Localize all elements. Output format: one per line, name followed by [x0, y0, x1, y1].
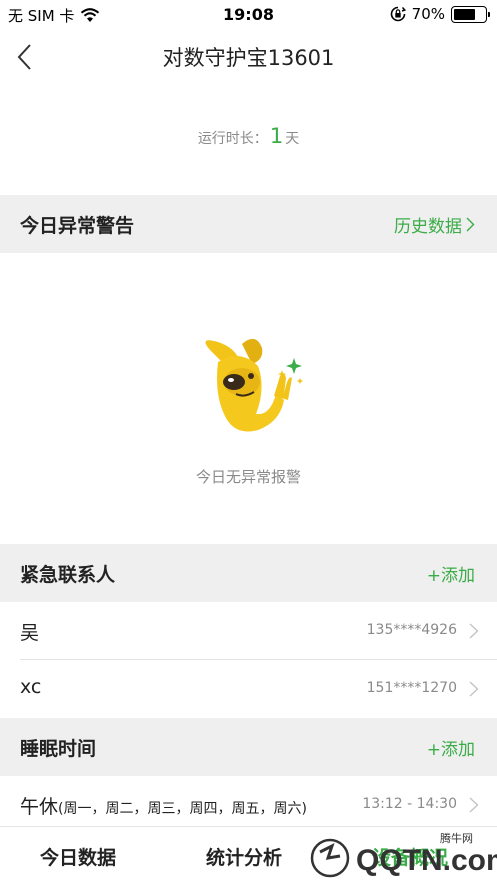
runtime-value: 1: [269, 124, 284, 148]
tab-statistics[interactable]: 统计分析: [206, 843, 282, 870]
contact-name: xc: [20, 676, 42, 698]
runtime-label: 运行时长：: [197, 131, 268, 147]
chevron-right-icon: [469, 681, 479, 697]
status-bar: 无 SIM 卡 19:08 70%: [0, 0, 497, 30]
sleep-days: (周一，周二，周三，周四，周五，周六): [58, 801, 307, 817]
battery-percent: 70%: [411, 5, 445, 23]
sleep-header: 睡眠时间 +添加: [0, 718, 497, 776]
orientation-lock-icon: [390, 6, 406, 22]
history-data-link[interactable]: 历史数据: [394, 212, 475, 237]
runtime-unit: 天: [285, 131, 300, 147]
watermark-subtext: 腾牛网: [440, 831, 473, 845]
watermark-text: QQTN.com: [356, 844, 497, 877]
contact-phone: 151****1270: [366, 680, 457, 696]
contact-row[interactable]: xc 151****1270: [0, 660, 497, 718]
sleep-time: 13:12 - 14:30: [362, 796, 457, 812]
watermark-logo: QQTN.com 腾牛网: [310, 831, 497, 878]
nav-bar: 对数守护宝13601: [0, 30, 497, 84]
status-right: 70%: [390, 5, 490, 23]
sleep-name: 午休(周一，周二，周三，周四，周五，周六): [20, 792, 307, 819]
tab-today-data[interactable]: 今日数据: [40, 843, 116, 870]
contact-phone: 135****4926: [366, 622, 457, 638]
alerts-title: 今日异常警告: [20, 215, 135, 237]
add-contact-button[interactable]: +添加: [427, 561, 475, 586]
contact-row[interactable]: 吴 135****4926: [0, 602, 497, 660]
chevron-right-icon: [466, 217, 475, 232]
history-data-label: 历史数据: [394, 217, 462, 237]
chevron-right-icon: [469, 623, 479, 639]
contacts-title: 紧急联系人: [20, 564, 116, 586]
runtime-line: 运行时长：1 天: [0, 124, 497, 148]
battery-level: [454, 8, 475, 20]
alerts-header: 今日异常警告 历史数据: [0, 195, 497, 253]
contact-name: 吴: [20, 622, 40, 644]
mascot-illustration: [205, 338, 303, 432]
page-title: 对数守护宝13601: [162, 46, 335, 70]
sleep-label: 午休: [20, 796, 59, 818]
battery-icon: [451, 5, 490, 23]
sleep-title: 睡眠时间: [20, 738, 97, 760]
contacts-header: 紧急联系人 +添加: [0, 544, 497, 602]
no-alert-message: 今日无异常报警: [195, 468, 301, 486]
add-sleep-button[interactable]: +添加: [427, 735, 475, 760]
chevron-right-icon: [469, 797, 479, 813]
